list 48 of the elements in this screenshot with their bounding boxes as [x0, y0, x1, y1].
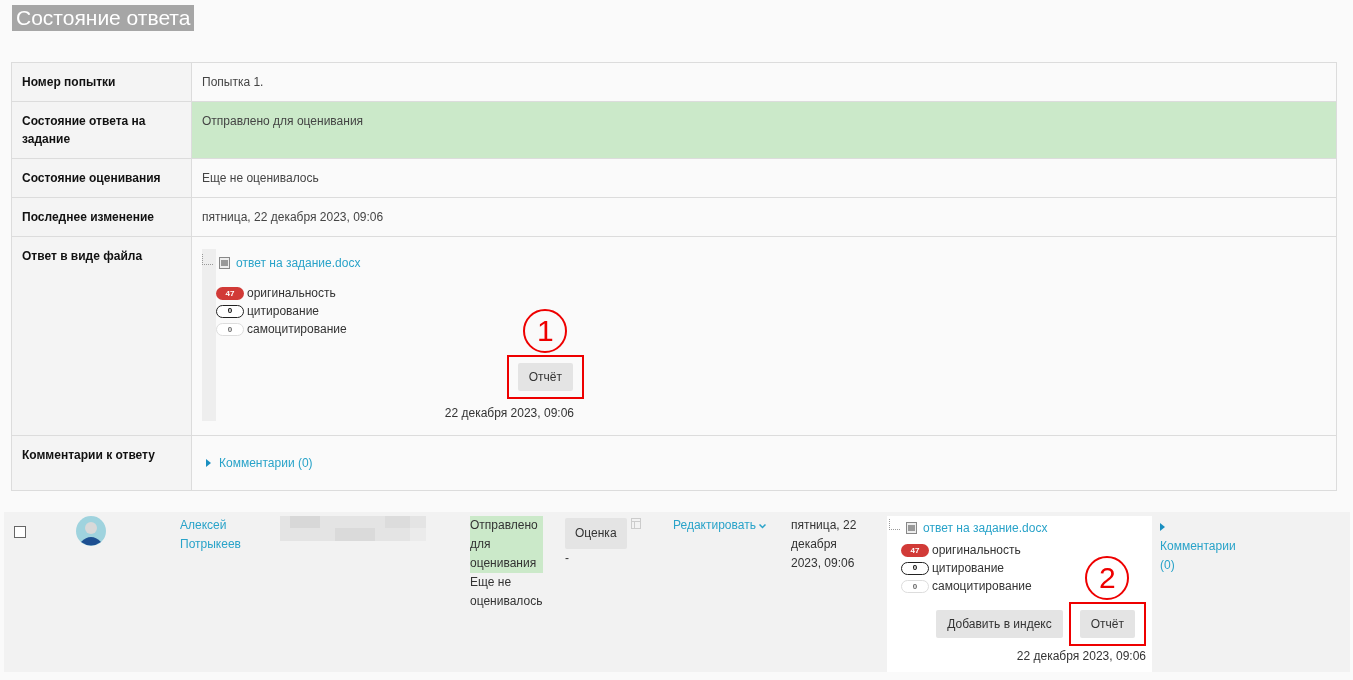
score-badge: 0 [216, 304, 244, 318]
score-badge: 0 [901, 579, 929, 593]
add-to-index-button[interactable]: Добавить в индекс [936, 610, 1063, 638]
score-label: самоцитирование [932, 578, 1032, 594]
score-label: цитирование [247, 303, 320, 319]
score-badge: 47 [216, 286, 244, 300]
row-checkbox[interactable] [14, 526, 26, 538]
file-date: 22 декабря 2023, 09:06 [443, 405, 575, 421]
document-icon [906, 522, 917, 534]
score-badge: 0 [216, 322, 244, 336]
row-value: Еще не оценивалось [202, 171, 319, 185]
report-button[interactable]: Отчёт [1079, 610, 1135, 638]
edit-menu[interactable]: Редактировать [673, 518, 767, 532]
score-label: оригинальность [932, 542, 1021, 558]
callout-number: 1 [523, 309, 568, 353]
file-link[interactable]: ответ на задание.docx [923, 520, 1048, 536]
row-label: Комментарии к ответу [12, 436, 192, 491]
avatar [76, 516, 106, 546]
score-label: цитирование [932, 560, 1005, 576]
callout-number: 2 [1085, 556, 1130, 600]
document-icon [219, 257, 230, 269]
section-title: Состояние ответа [12, 5, 195, 31]
row-value: пятница, 22 декабря 2023, 09:06 [202, 210, 384, 224]
file-link[interactable]: ответ на задание.docx [236, 255, 361, 271]
score-label: оригинальность [247, 285, 336, 301]
grade-value: - [565, 550, 570, 567]
report-button[interactable]: Отчёт [517, 363, 573, 391]
grade-button[interactable]: Оценка [565, 518, 627, 549]
expand-arrow-icon[interactable] [206, 459, 211, 467]
modified-date: пятница, 22 декабря 2023, 09:06 [791, 517, 858, 572]
student-name-link[interactable]: Алексей Потрыкеев [180, 516, 280, 554]
expand-arrow-icon[interactable] [1160, 523, 1165, 531]
row-label: Номер попытки [12, 63, 192, 102]
comments-link[interactable]: Комментарии (0) [219, 454, 313, 472]
submission-status: Отправлено для оценивания [470, 516, 543, 573]
chevron-down-icon [759, 524, 767, 529]
score-badge: 47 [901, 543, 929, 557]
score-badge: 0 [901, 561, 929, 575]
row-label: Состояние ответа на задание [12, 102, 192, 159]
row-value: Попытка 1. [202, 75, 264, 89]
score-label: самоцитирование [247, 321, 347, 337]
row-value: Отправлено для оценивания [202, 114, 364, 128]
comments-link[interactable]: Комментарии (0) [1160, 537, 1244, 575]
row-label: Состояние оценивания [12, 159, 192, 198]
grading-status: Еще не оценивалось [470, 574, 544, 610]
row-label: Последнее изменение [12, 198, 192, 237]
row-label: Ответ в виде файла [12, 237, 192, 436]
file-date: 22 декабря 2023, 09:06 [1015, 648, 1146, 664]
